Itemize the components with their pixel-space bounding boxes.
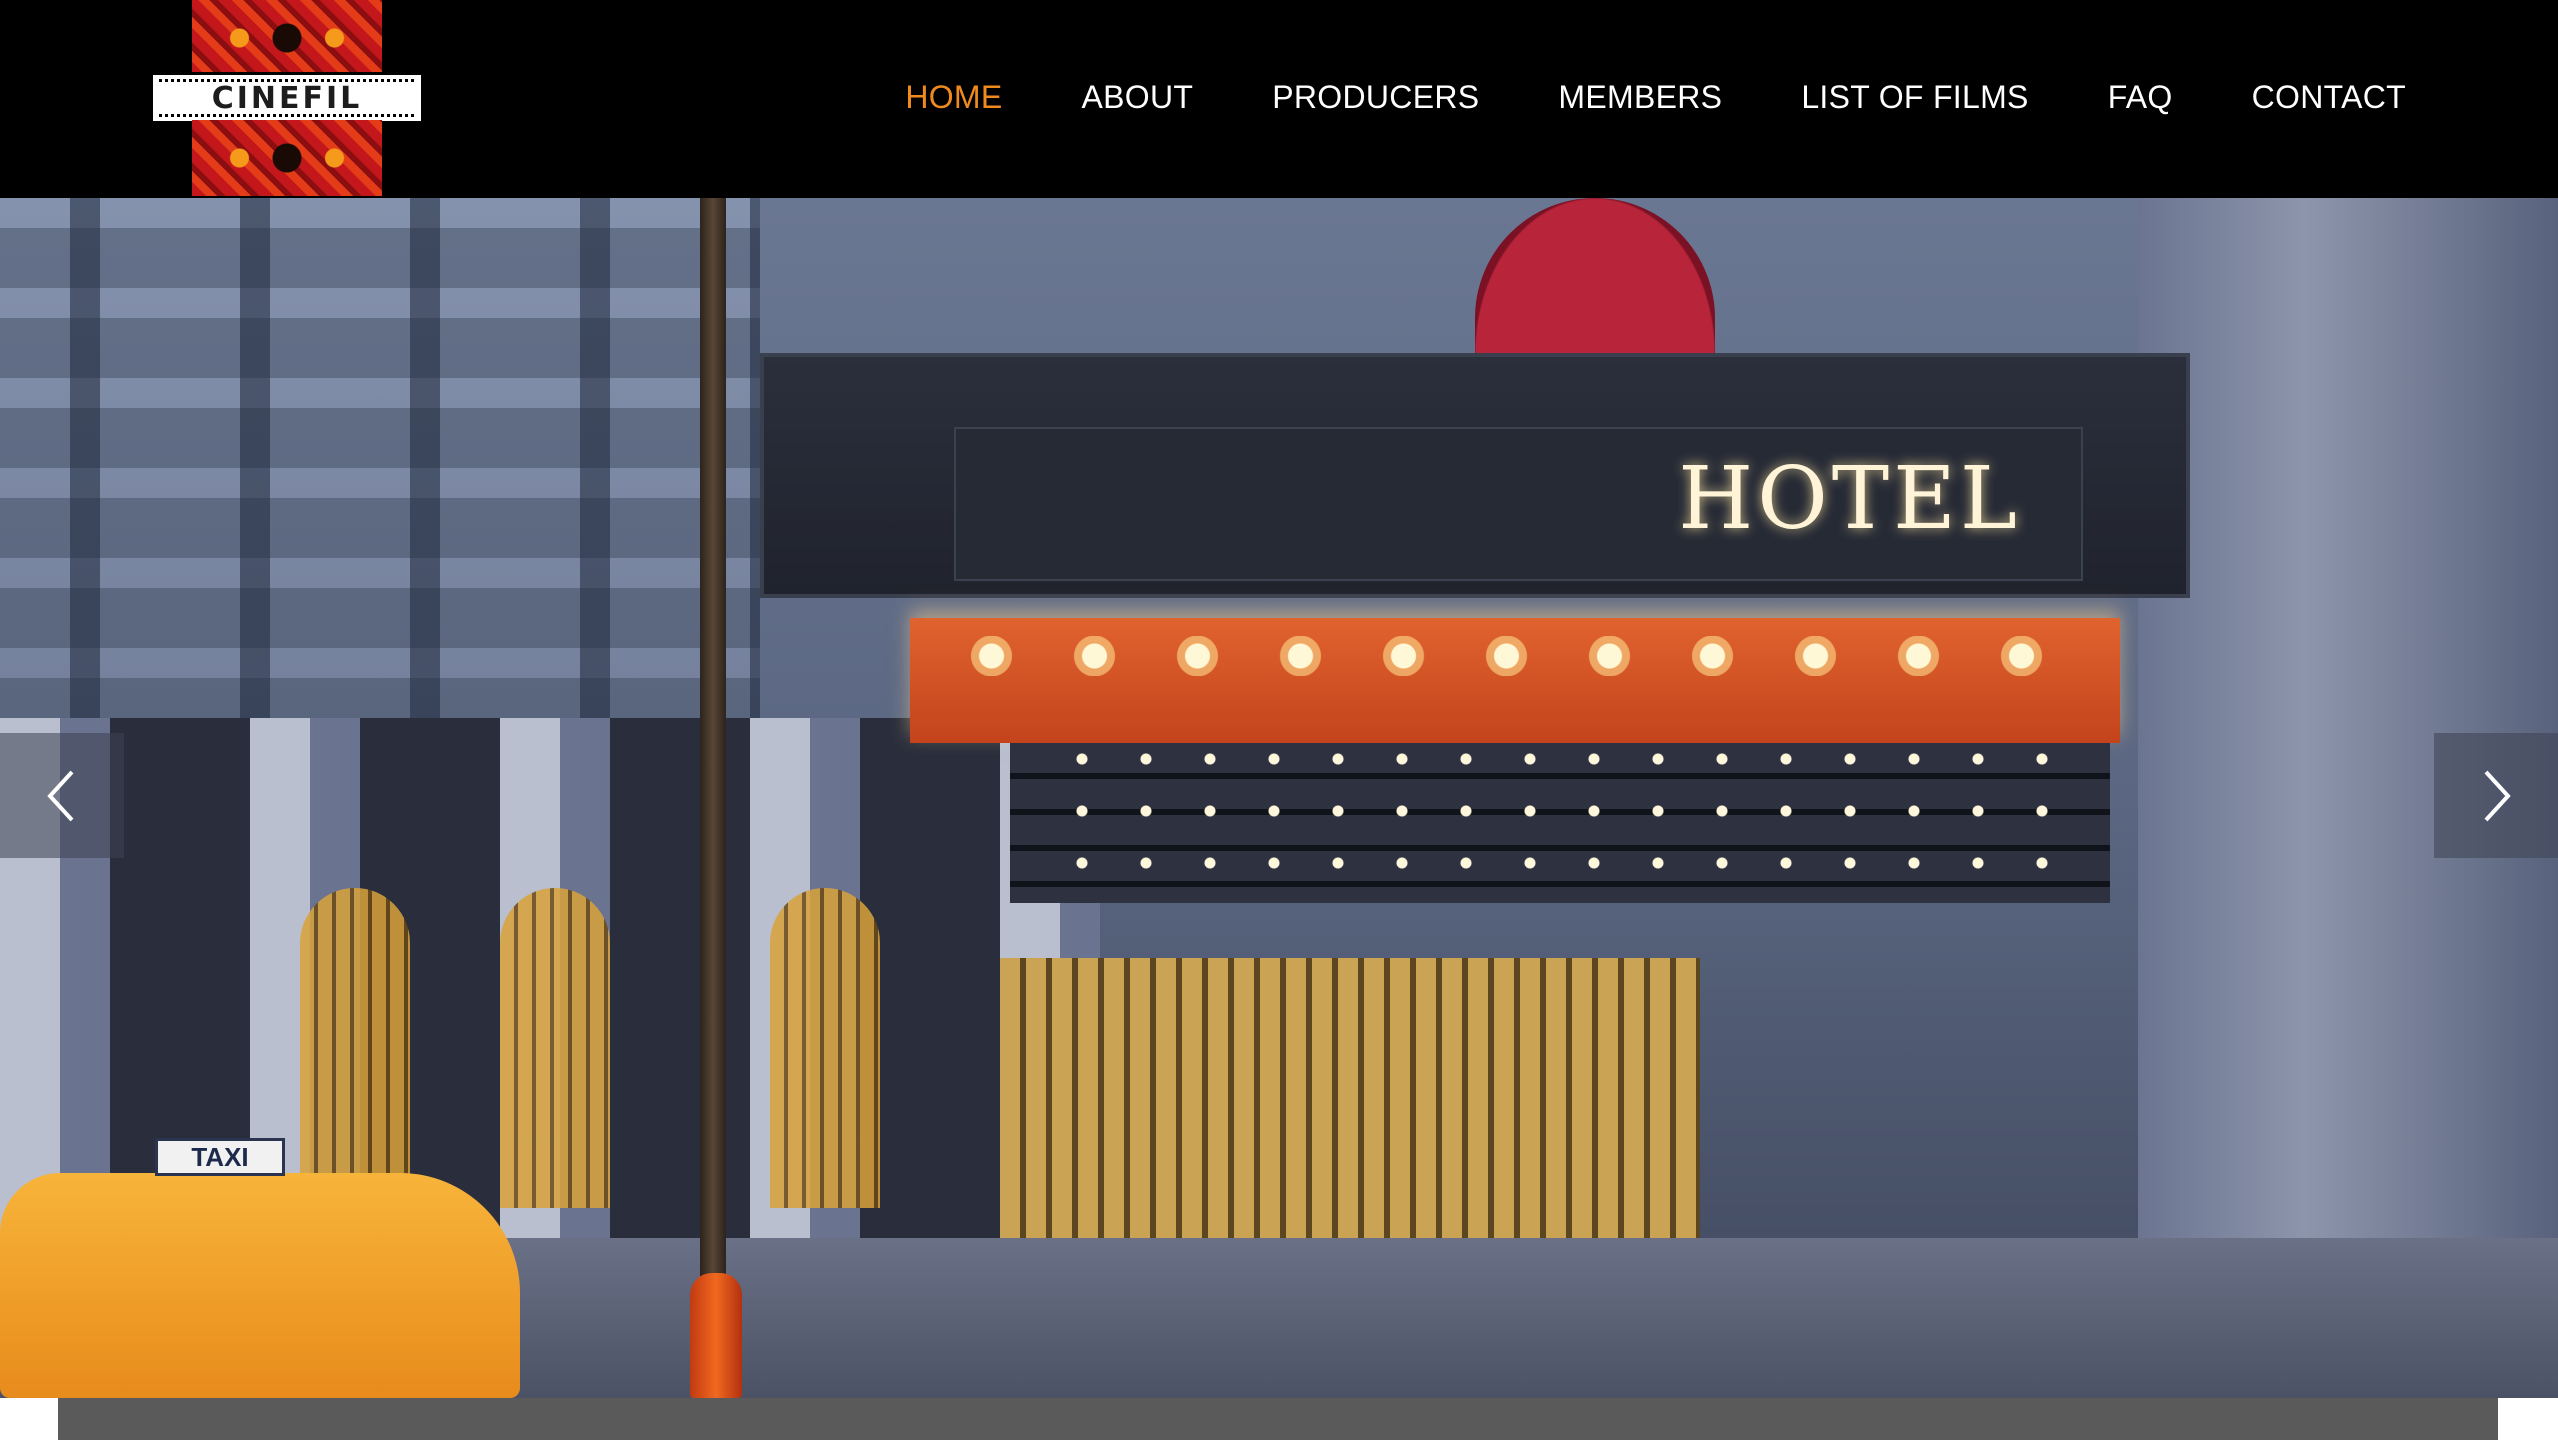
logo-plate: CINEFIL [150, 72, 424, 124]
site-header: CINEFIL HOME ABOUT PRODUCERS MEMBERS LIS… [0, 0, 2558, 198]
marquee-underside [1010, 743, 2110, 903]
street-lamp-pole [700, 198, 726, 1398]
logo-ornament-top [192, 0, 382, 76]
marquee-bulbs [940, 636, 2090, 676]
hotel-marquee: HOTEL [760, 353, 2190, 598]
arch-window [300, 888, 410, 1208]
logo-text: CINEFIL [211, 80, 363, 116]
underside-lights [1050, 853, 2070, 873]
page-edge [2498, 1398, 2558, 1440]
nav-members[interactable]: MEMBERS [1558, 72, 1722, 122]
taxi-roof-sign: TAXI [155, 1138, 285, 1176]
arch-window [770, 888, 880, 1208]
fire-hydrant [690, 1273, 742, 1398]
nav-contact[interactable]: CONTACT [2252, 72, 2406, 122]
nav-about[interactable]: ABOUT [1082, 72, 1194, 122]
nav-list-of-films[interactable]: LIST OF FILMS [1801, 72, 2028, 122]
red-awning [1475, 198, 1715, 353]
nav-faq[interactable]: FAQ [2108, 72, 2173, 122]
hero-slide-image: HOTEL TAXI [0, 198, 2558, 1398]
slider-prev-button[interactable] [0, 733, 124, 858]
marquee-sign-text: HOTEL [1678, 449, 2021, 549]
chevron-right-icon [2484, 770, 2511, 821]
arch-window [500, 888, 610, 1208]
content-bar [58, 1398, 2498, 1440]
cinefil-logo[interactable]: CINEFIL [150, 0, 424, 196]
marquee-panel: HOTEL [954, 427, 2083, 581]
chevron-left-icon [47, 770, 74, 821]
taxi-cab [0, 1173, 520, 1398]
nav-producers[interactable]: PRODUCERS [1272, 72, 1479, 122]
nav-home[interactable]: HOME [905, 72, 1002, 122]
underside-lights [1050, 749, 2070, 769]
logo-ornament-bottom [192, 120, 382, 196]
underside-lights [1050, 801, 2070, 821]
slider-next-button[interactable] [2434, 733, 2558, 858]
hero-slider: HOTEL TAXI [0, 198, 2558, 1398]
marquee-light-bar [910, 618, 2120, 743]
main-nav: HOME ABOUT PRODUCERS MEMBERS LIST OF FIL… [905, 72, 2406, 122]
